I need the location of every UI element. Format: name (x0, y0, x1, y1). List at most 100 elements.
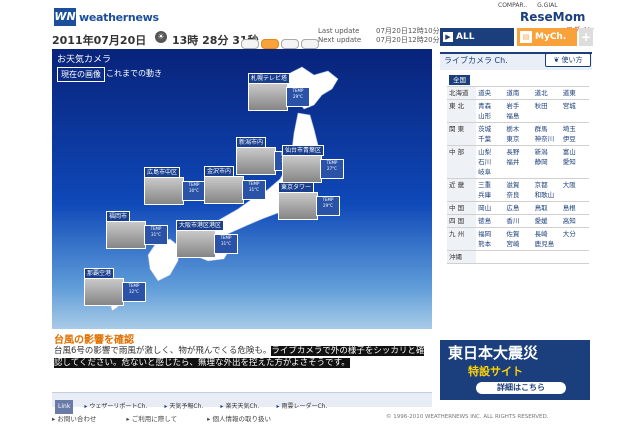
city-link[interactable]: 石川 (478, 158, 491, 166)
city-link[interactable]: 山梨 (478, 148, 491, 156)
city-link[interactable]: 埼玉 (563, 125, 576, 133)
camera-image[interactable] (176, 230, 216, 258)
city-link[interactable]: 長野 (506, 148, 519, 156)
city-link[interactable]: 神奈川 (535, 135, 555, 143)
current-date: 2011年07月20日 (52, 34, 147, 47)
top-link-compar[interactable]: COMPAR.. (498, 2, 527, 9)
nav-rain-radar[interactable]: ▸ 雨雲レーダーCh. (276, 400, 333, 414)
city-link[interactable]: 東京 (506, 135, 519, 143)
live-camera-title: ライブカメラ Ch. (444, 56, 508, 65)
camera-image[interactable] (248, 83, 288, 111)
weathernews-logo-mark[interactable]: WN (54, 8, 76, 26)
region-label[interactable]: 近 畿 (447, 178, 477, 202)
city-link[interactable]: 宮城 (560, 99, 589, 123)
region-label[interactable]: 四 国 (447, 214, 477, 228)
city-link[interactable]: 道南 (504, 86, 533, 100)
camera-image[interactable] (236, 147, 276, 175)
city-link[interactable]: 奈良 (506, 191, 519, 199)
city-link[interactable]: 岡山 (476, 201, 505, 215)
city-link[interactable]: 鹿児島 (535, 240, 555, 248)
region-label[interactable]: 中 部 (447, 145, 477, 179)
region-label[interactable]: 九 州 (447, 227, 477, 251)
camera-image[interactable] (278, 192, 318, 220)
footer-contact[interactable]: ▸ お問い合わせ (52, 415, 110, 423)
nav-rakuten[interactable]: ▸ 楽天天気Ch. (220, 400, 265, 414)
nav-forecast[interactable]: ▸ 天気予報Ch. (164, 400, 209, 414)
city-link[interactable]: 道北 (532, 86, 561, 100)
city-link[interactable]: 島根 (560, 201, 589, 215)
city-link[interactable]: 佐賀 (506, 230, 519, 238)
city-link[interactable]: 大分 (560, 227, 589, 251)
nav-weather-report[interactable]: ▸ ウェザーリポートCh. (84, 400, 153, 414)
city-link[interactable]: 熊本 (478, 240, 491, 248)
camera-temp: TEMP 29°C (286, 87, 310, 107)
city-link[interactable]: 愛媛 (532, 214, 561, 228)
city-link[interactable]: 青森 (478, 102, 491, 110)
tab-my-channel[interactable]: ▤ MyCh. (517, 28, 577, 46)
weathernews-logo-text[interactable]: weathernews (79, 11, 159, 24)
city-link[interactable]: 愛知 (563, 158, 576, 166)
city-link[interactable]: 道東 (560, 86, 589, 100)
view-button-4[interactable] (301, 39, 319, 49)
camera-image[interactable] (282, 155, 322, 183)
region-label[interactable]: 北海道 (447, 86, 477, 100)
footer-privacy[interactable]: ▸ 個人情報の取り扱い (207, 415, 285, 423)
region-label[interactable]: 東 北 (447, 99, 477, 123)
city-link[interactable]: 富山 (563, 148, 576, 156)
camera-image[interactable] (144, 177, 184, 205)
footer-terms[interactable]: ▸ ご利用に際して (126, 415, 191, 423)
city-link[interactable]: 栃木 (506, 125, 519, 133)
region-label[interactable]: 沖縄 (447, 250, 477, 264)
city-link[interactable]: 茨城 (478, 125, 491, 133)
region-label[interactable]: 関 東 (447, 122, 477, 146)
city-link[interactable]: 香川 (504, 214, 533, 228)
camera-image[interactable] (84, 278, 124, 306)
add-tab-button[interactable]: + (579, 28, 593, 46)
view-button-2[interactable] (261, 39, 279, 49)
city-link[interactable]: 徳島 (476, 214, 505, 228)
banner-title: 東日本大震災 (448, 344, 539, 362)
city-link[interactable]: 道央 (476, 86, 505, 100)
city-link[interactable]: 福岡 (478, 230, 491, 238)
city-link[interactable]: 宮崎 (506, 240, 519, 248)
nav-rakuten-label: 楽天天気Ch. (225, 403, 260, 410)
city-link[interactable]: 三重 (478, 181, 491, 189)
city-link[interactable]: 岐阜 (478, 168, 491, 176)
tab-past-movement[interactable]: これまでの動き (106, 68, 162, 79)
city-link[interactable]: 長崎 (535, 230, 548, 238)
city-link[interactable]: 高知 (560, 214, 589, 228)
city-link[interactable]: 伊豆 (563, 135, 576, 143)
city-link[interactable]: 兵庫 (478, 191, 491, 199)
tab-all-channel[interactable]: ▶ ALL Channel (440, 28, 514, 60)
tab-current-image[interactable]: 現在の画像 (57, 67, 105, 82)
news-title[interactable]: 台風の影響を確認 (54, 331, 134, 346)
city-link[interactable]: 大阪 (560, 178, 589, 202)
map-title: お天気カメラ (57, 55, 112, 65)
resemom-brand[interactable]: ReseMom (520, 10, 585, 24)
region-label[interactable]: 中 国 (447, 201, 477, 215)
top-link-ggial[interactable]: G.GIAL (537, 2, 557, 9)
view-button-3[interactable] (281, 39, 299, 49)
city-link[interactable]: 千葉 (478, 135, 491, 143)
city-link[interactable]: 群馬 (535, 125, 548, 133)
city-link[interactable]: 福島 (506, 112, 519, 120)
city-link[interactable]: 鳥取 (532, 201, 561, 215)
camera-image[interactable] (204, 176, 244, 204)
city-link[interactable]: 広島 (504, 201, 533, 215)
copyright: © 1996-2010 WEATHERNEWS INC. ALL RIGHTS … (386, 414, 549, 420)
region-all-button[interactable]: 全国 (449, 75, 470, 85)
city-link[interactable]: 秋田 (532, 99, 561, 123)
city-link[interactable]: 新潟 (535, 148, 548, 156)
view-button-1[interactable] (241, 39, 259, 49)
city-link[interactable]: 山形 (478, 112, 491, 120)
city-link[interactable]: 静岡 (535, 158, 548, 166)
city-link[interactable]: 京都 (535, 181, 548, 189)
city-link[interactable]: 岩手 (506, 102, 519, 110)
city-link[interactable]: 和歌山 (535, 191, 555, 199)
city-link[interactable]: 滋賀 (506, 181, 519, 189)
city-link[interactable]: 福井 (506, 158, 519, 166)
news-body: 台風6号の影響で雨風が激しく、物が飛んでくる危険も。ライブカメラで外の様子をシッ… (54, 345, 430, 369)
banner-details-button[interactable]: 詳細はこちら (476, 382, 566, 394)
how-to-use-button[interactable]: ❦ 使い方 (545, 53, 591, 67)
camera-image[interactable] (106, 221, 146, 249)
